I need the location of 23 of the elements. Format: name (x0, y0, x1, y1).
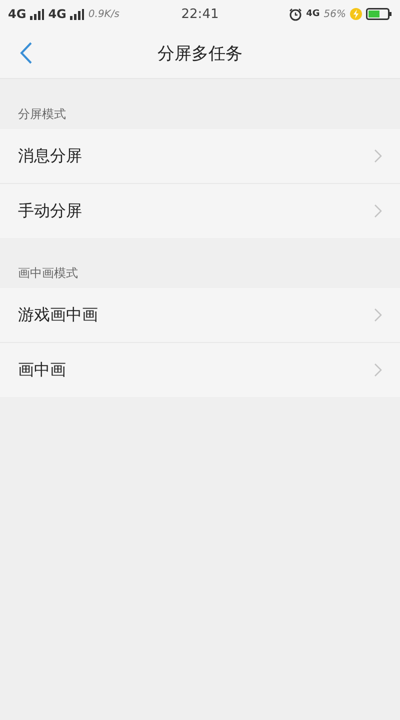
battery-icon (366, 8, 392, 20)
network-label: 4G (48, 7, 66, 21)
battery-percent: 56% (324, 8, 346, 20)
settings-item[interactable]: 手动分屏 (0, 184, 400, 238)
signal-icon (70, 8, 84, 20)
alarm-icon (289, 8, 302, 20)
page-title: 分屏多任务 (158, 42, 242, 64)
network-label: 4G (306, 9, 320, 19)
charging-icon (350, 8, 362, 20)
section-title: 分屏模式 (18, 106, 66, 123)
network-label: 4G (8, 7, 26, 21)
chevron-icon (374, 149, 382, 163)
network-speed: 0.9K/s (88, 8, 120, 20)
settings-item[interactable]: 游戏画中画 (0, 288, 400, 343)
chevron-icon (374, 363, 382, 377)
settings-item[interactable]: 画中画 (0, 343, 400, 397)
back-icon (20, 42, 32, 64)
settings-item[interactable]: 消息分屏 (0, 129, 400, 184)
chevron-icon (374, 204, 382, 218)
clock: 22:41 (181, 6, 219, 22)
section-title: 画中画模式 (18, 265, 78, 282)
signal-icon (30, 8, 44, 20)
chevron-icon (374, 308, 382, 322)
